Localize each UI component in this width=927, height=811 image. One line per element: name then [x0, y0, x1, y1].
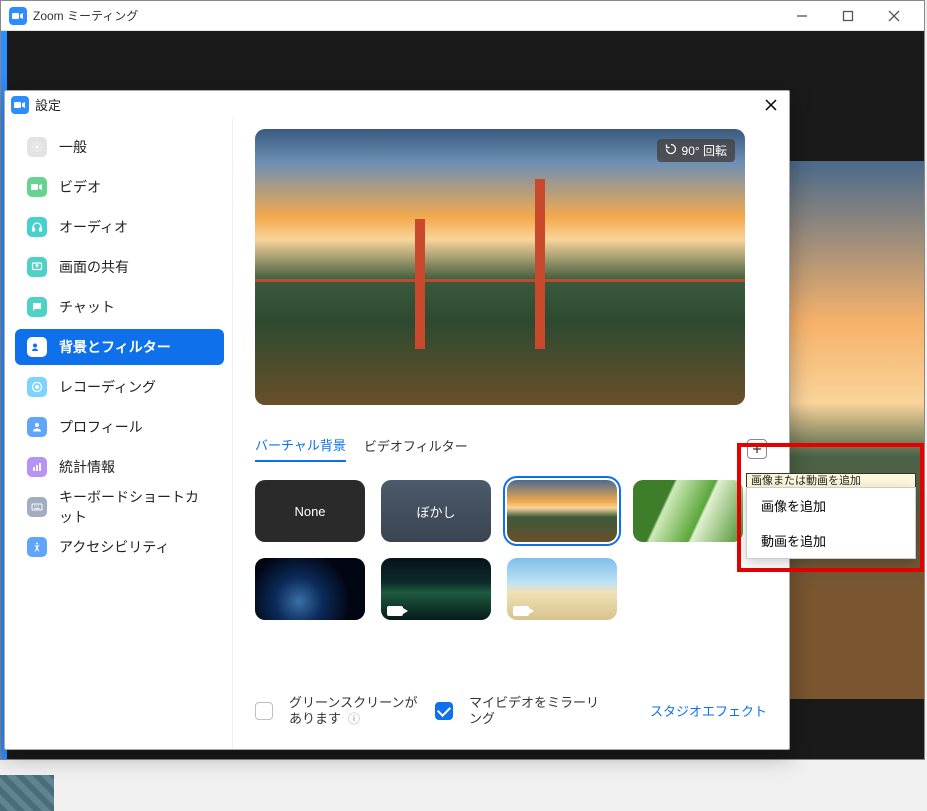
menu-add-video[interactable]: 動画を追加: [747, 523, 915, 558]
green-screen-checkbox[interactable]: [255, 702, 273, 720]
sidebar-item-audio[interactable]: オーディオ: [15, 209, 224, 245]
bg-thumb-grass[interactable]: [633, 480, 743, 542]
settings-footer: グリーンスクリーンがあります ⓘ マイビデオをミラーリング スタジオエフェクト: [255, 689, 767, 740]
bridge-deck-decor: [255, 279, 745, 282]
titlebar: Zoom ミーティング: [1, 1, 924, 31]
window-controls: [788, 6, 916, 26]
sidebar-item-statistics[interactable]: 統計情報: [15, 449, 224, 485]
maximize-button[interactable]: [834, 6, 862, 26]
sidebar-item-label: プロフィール: [59, 417, 143, 437]
tab-virtual-background[interactable]: バーチャル背景: [255, 435, 346, 462]
mirror-video-label: マイビデオをミラーリング: [469, 695, 599, 728]
bg-thumb-earth[interactable]: [255, 558, 365, 620]
gear-icon: [27, 137, 47, 157]
zoom-logo-icon: [11, 96, 29, 114]
sidebar-item-background-filters[interactable]: 背景とフィルター: [15, 329, 224, 365]
bg-filter-tabs: バーチャル背景 ビデオフィルター: [255, 435, 767, 462]
help-icon[interactable]: ⓘ: [345, 712, 360, 726]
profile-icon: [27, 417, 47, 437]
sidebar-item-label: 画面の共有: [59, 257, 129, 277]
settings-sidebar: 一般 ビデオ オーディオ 画面の共有 チャット 背景とフィルター: [5, 119, 233, 749]
taskbar-fragment: [0, 775, 54, 811]
video-preview: 90° 回転: [255, 129, 745, 405]
close-window-button[interactable]: [880, 6, 908, 26]
sidebar-item-label: オーディオ: [59, 217, 128, 237]
settings-close-button[interactable]: [759, 93, 783, 117]
zoom-logo-icon: [9, 7, 27, 25]
tab-video-filter[interactable]: ビデオフィルター: [364, 436, 468, 461]
sidebar-item-label: アクセシビリティ: [59, 537, 169, 557]
sidebar-item-video[interactable]: ビデオ: [15, 169, 224, 205]
rotate-icon: [665, 143, 677, 158]
settings-content: 90° 回転 バーチャル背景 ビデオフィルター None ぼかし: [233, 119, 789, 749]
keyboard-icon: [27, 497, 47, 517]
recording-icon: [27, 377, 47, 397]
sidebar-item-keyboard-shortcuts[interactable]: キーボードショートカット: [15, 489, 224, 525]
sidebar-item-label: キーボードショートカット: [59, 487, 212, 527]
window-title: Zoom ミーティング: [33, 7, 138, 24]
sidebar-item-accessibility[interactable]: アクセシビリティ: [15, 529, 224, 565]
accessibility-icon: [27, 537, 47, 557]
headphones-icon: [27, 217, 47, 237]
mirror-video-checkbox[interactable]: [435, 702, 453, 720]
settings-title: 設定: [35, 95, 61, 114]
rotate-label: 90° 回転: [682, 142, 727, 159]
bg-thumb-bridge[interactable]: [507, 480, 617, 542]
stats-icon: [27, 457, 47, 477]
sidebar-item-label: レコーディング: [59, 377, 156, 397]
video-icon: [27, 177, 47, 197]
thumb-label: ぼかし: [416, 502, 455, 521]
green-screen-label: グリーンスクリーンがあります ⓘ: [289, 695, 419, 728]
bg-thumb-none[interactable]: None: [255, 480, 365, 542]
menu-add-image[interactable]: 画像を追加: [747, 488, 915, 523]
thumb-label: None: [294, 504, 325, 519]
bridge-pylon-decor: [535, 179, 545, 349]
settings-body: 一般 ビデオ オーディオ 画面の共有 チャット 背景とフィルター: [5, 119, 789, 749]
sidebar-item-general[interactable]: 一般: [15, 129, 224, 165]
chat-icon: [27, 297, 47, 317]
settings-header: 設定: [5, 91, 789, 119]
sidebar-item-chat[interactable]: チャット: [15, 289, 224, 325]
rotate-button[interactable]: 90° 回転: [657, 139, 735, 162]
sidebar-item-label: 統計情報: [59, 457, 115, 477]
minimize-button[interactable]: [788, 6, 816, 26]
bg-thumb-beach[interactable]: [507, 558, 617, 620]
sidebar-item-label: ビデオ: [59, 177, 101, 197]
bg-thumb-aurora[interactable]: [381, 558, 491, 620]
background-thumbnails: None ぼかし: [255, 480, 765, 620]
background-icon: [27, 337, 47, 357]
sidebar-item-label: 一般: [59, 137, 87, 157]
bridge-pylon-decor: [415, 219, 425, 349]
studio-effects-link[interactable]: スタジオエフェクト: [650, 701, 767, 720]
sidebar-item-recording[interactable]: レコーディング: [15, 369, 224, 405]
video-badge-icon: [513, 606, 529, 616]
add-background-menu: 画像を追加 動画を追加: [746, 487, 916, 559]
sidebar-item-share-screen[interactable]: 画面の共有: [15, 249, 224, 285]
video-badge-icon: [387, 606, 403, 616]
settings-dialog: 設定 一般 ビデオ オーディオ 画面の共有 チャ: [4, 90, 790, 750]
bg-thumb-blur[interactable]: ぼかし: [381, 480, 491, 542]
add-background-button[interactable]: [747, 439, 767, 459]
share-screen-icon: [27, 257, 47, 277]
sidebar-item-label: チャット: [59, 297, 115, 317]
sidebar-item-label: 背景とフィルター: [59, 337, 171, 357]
sidebar-item-profile[interactable]: プロフィール: [15, 409, 224, 445]
